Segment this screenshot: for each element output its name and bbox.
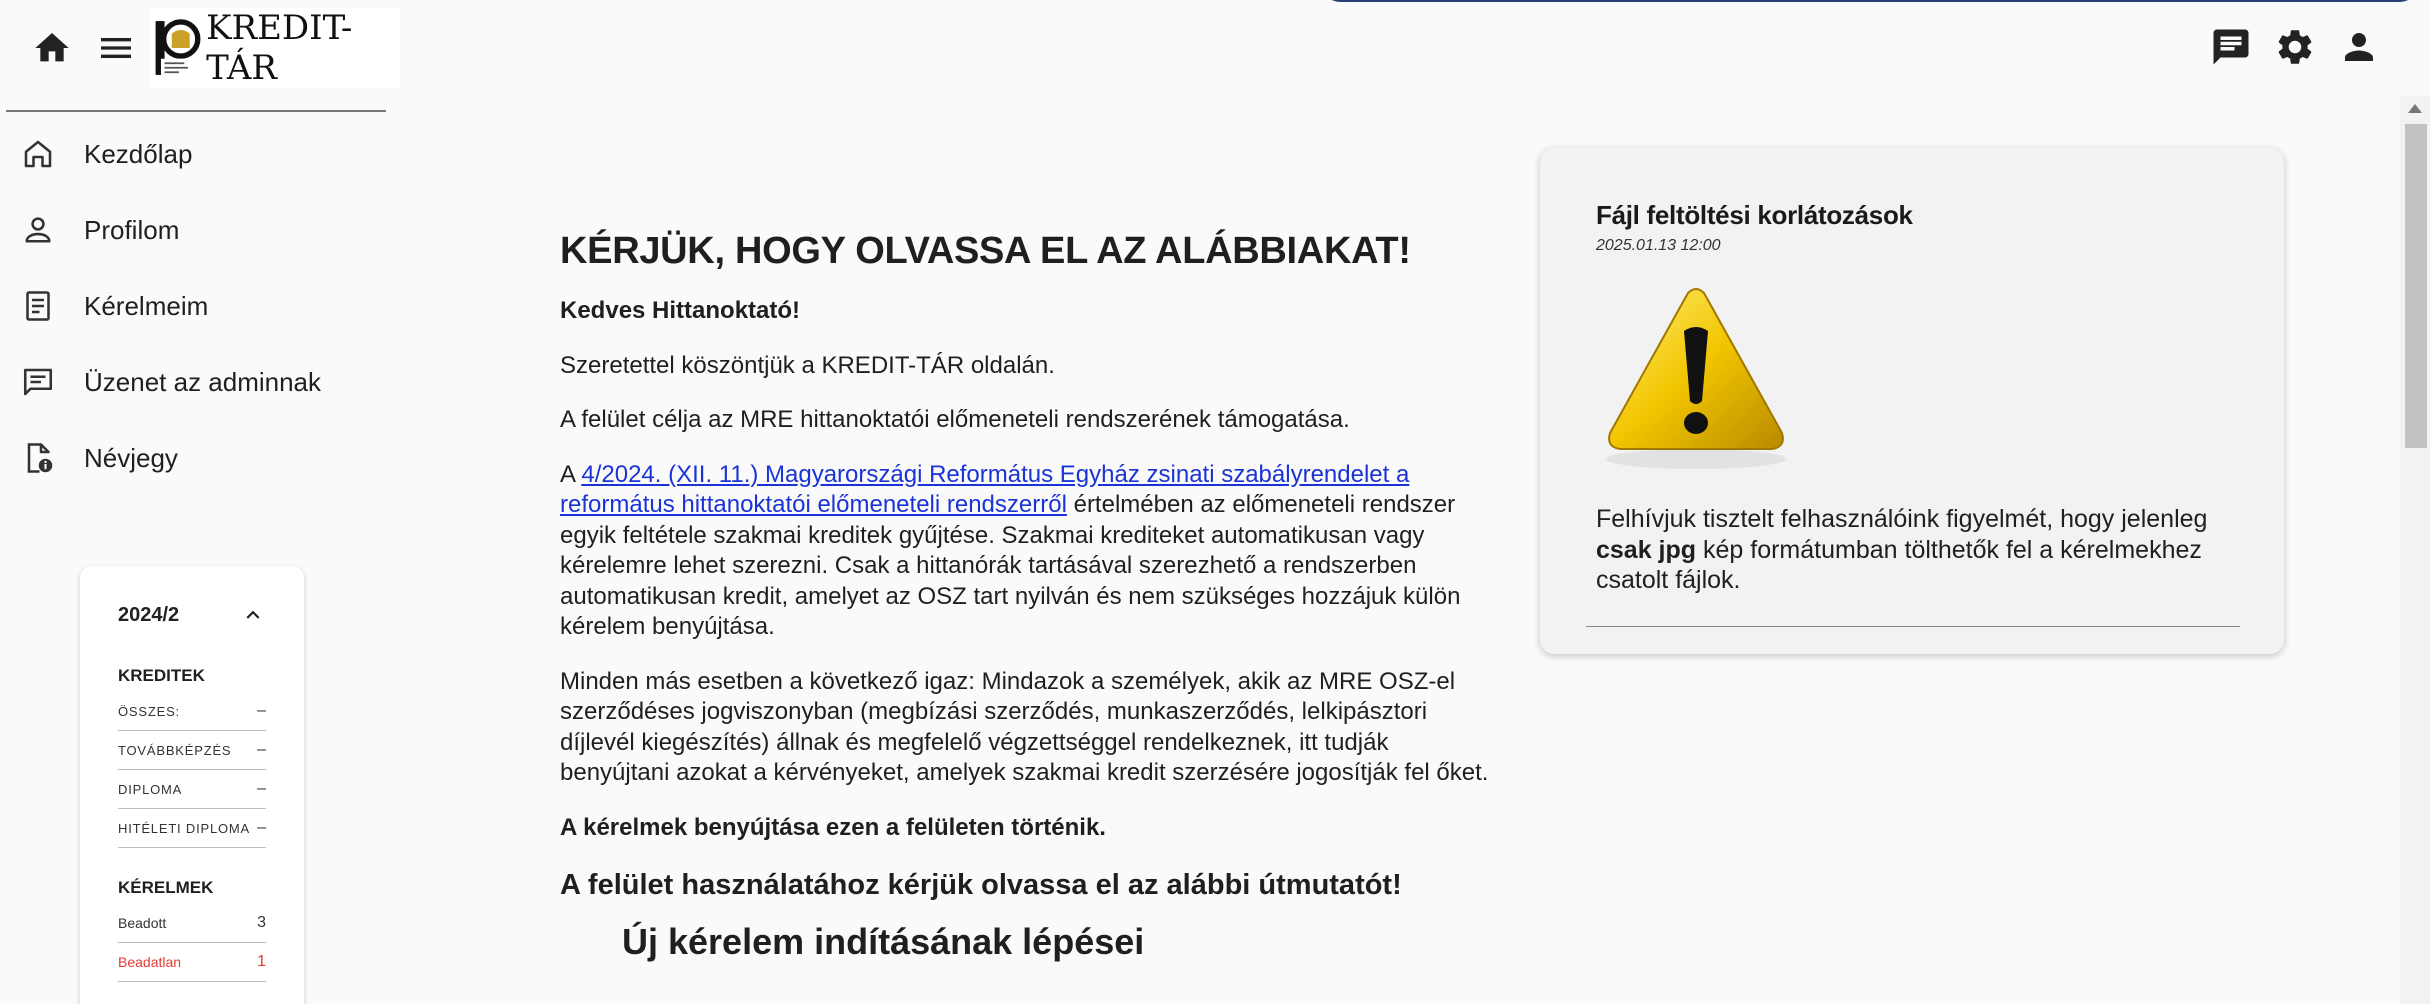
credit-row-diploma: DIPLOMA – bbox=[118, 770, 266, 809]
greeting: Kedves Hittanoktató! bbox=[560, 297, 801, 324]
notice-text-bold: csak jpg bbox=[1596, 535, 1697, 564]
credit-row-total: ÖSSZES: – bbox=[118, 692, 266, 731]
requests-heading: KÉRELMEK bbox=[118, 878, 214, 897]
credit-label: HITÉLETI DIPLOMA bbox=[118, 820, 250, 836]
sidebar-item-label: Kérelmeim bbox=[84, 290, 209, 321]
guide-heading: A felület használatához kérjük olvassa e… bbox=[560, 869, 1402, 901]
sidebar-divider bbox=[6, 110, 386, 112]
credit-label: TOVÁBBKÉPZÉS bbox=[118, 742, 232, 758]
notice-text: Felhívjuk tisztelt felhasználóink figyel… bbox=[1596, 504, 2238, 596]
top-accent-bar bbox=[1320, 0, 2420, 2]
credit-value: – bbox=[257, 780, 266, 797]
period-label: 2024/2 bbox=[118, 603, 180, 626]
top-bar: KREDIT-TÁR bbox=[0, 0, 2420, 96]
credit-value: – bbox=[257, 702, 266, 719]
credit-row-training: TOVÁBBKÉPZÉS – bbox=[118, 731, 266, 770]
main-content: KÉRJÜK, HOGY OLVASSA EL AZ ALÁBBIAKAT! K… bbox=[560, 228, 1500, 962]
notice-text-prefix: Felhívjuk tisztelt felhasználóink figyel… bbox=[1596, 505, 2208, 533]
purpose-text: A felület célja az MRE hittanoktatói elő… bbox=[560, 406, 1350, 433]
sidebar-item-kerelmeim[interactable]: Kérelmeim bbox=[0, 268, 390, 344]
sidebar-item-profilom[interactable]: Profilom bbox=[0, 192, 390, 268]
request-count: 1 bbox=[257, 953, 266, 970]
message-icon bbox=[23, 368, 53, 396]
regulation-paragraph: A 4/2024. (XII. 11.) Magyarországi Refor… bbox=[560, 460, 1500, 643]
sidebar-item-nevjegy[interactable]: Névjegy bbox=[0, 420, 390, 496]
warning-icon bbox=[1606, 288, 1786, 469]
notice-card: Fájl feltöltési korlátozások 2025.01.13 … bbox=[1540, 148, 2284, 654]
credit-row-religious-diploma: HITÉLETI DIPLOMA – bbox=[118, 809, 266, 848]
notice-divider bbox=[1586, 626, 2240, 627]
logo-text: KREDIT-TÁR bbox=[206, 8, 353, 88]
regulation-prefix: A bbox=[560, 460, 582, 488]
credit-label: DIPLOMA bbox=[118, 781, 183, 797]
welcome-text: Szeretettel köszöntjük a KREDIT-TÁR olda… bbox=[560, 351, 1055, 379]
notice-date: 2025.01.13 12:00 bbox=[1596, 237, 1721, 254]
info-document-icon bbox=[27, 443, 53, 473]
sidebar-item-label: Névjegy bbox=[84, 442, 178, 473]
chevron-up-icon[interactable] bbox=[240, 602, 266, 628]
request-row-submitted[interactable]: Beadott 3 bbox=[118, 904, 266, 943]
sidebar-item-label: Profilom bbox=[84, 214, 180, 245]
credit-summary-card: 2024/2 KREDITEK ÖSSZES: – TOVÁBBKÉPZÉS –… bbox=[80, 566, 304, 1004]
credit-label: ÖSSZES: bbox=[118, 703, 180, 719]
sidebar-item-kezdolap[interactable]: Kezdőlap bbox=[0, 116, 390, 192]
request-row-unsubmitted[interactable]: Beadatlan 1 bbox=[118, 943, 266, 982]
credits-heading: KREDITEK bbox=[118, 666, 205, 685]
gear-icon[interactable] bbox=[2274, 26, 2316, 68]
person-icon[interactable] bbox=[2338, 26, 2380, 68]
request-count: 3 bbox=[257, 914, 266, 931]
home-icon[interactable] bbox=[32, 28, 72, 68]
page-title: KÉRJÜK, HOGY OLVASSA EL AZ ALÁBBIAKAT! bbox=[560, 230, 1411, 272]
sidebar-item-label: Kezdőlap bbox=[84, 138, 193, 169]
eligibility-text: Minden más esetben a következő igaz: Min… bbox=[560, 667, 1489, 787]
credit-value: – bbox=[257, 819, 266, 836]
steps-heading: Új kérelem indításának lépései bbox=[622, 921, 1145, 962]
sidebar-item-uzenet[interactable]: Üzenet az adminnak bbox=[0, 344, 390, 420]
document-icon bbox=[26, 291, 50, 321]
request-label: Beadatlan bbox=[118, 954, 182, 970]
scroll-up-arrow-icon[interactable] bbox=[2408, 104, 2422, 113]
home-outline-icon bbox=[24, 140, 52, 168]
logo-mark-icon bbox=[155, 19, 203, 75]
person-outline-icon bbox=[25, 217, 51, 243]
submission-note: A kérelmek benyújtása ezen a felületen t… bbox=[560, 813, 1106, 841]
notice-title: Fájl feltöltési korlátozások bbox=[1596, 200, 1913, 230]
request-label: Beadott bbox=[118, 915, 167, 931]
sidebar-item-label: Üzenet az adminnak bbox=[84, 366, 322, 397]
scrollbar-thumb[interactable] bbox=[2405, 124, 2427, 448]
sidebar-nav: Kezdőlap Profilom Kérelmeim Üzenet az ad… bbox=[0, 116, 390, 496]
chat-icon[interactable] bbox=[2210, 26, 2252, 68]
menu-icon[interactable] bbox=[96, 28, 136, 68]
period-selector[interactable]: 2024/2 bbox=[118, 566, 266, 664]
logo[interactable]: KREDIT-TÁR bbox=[150, 8, 400, 88]
credit-value: – bbox=[257, 741, 266, 758]
